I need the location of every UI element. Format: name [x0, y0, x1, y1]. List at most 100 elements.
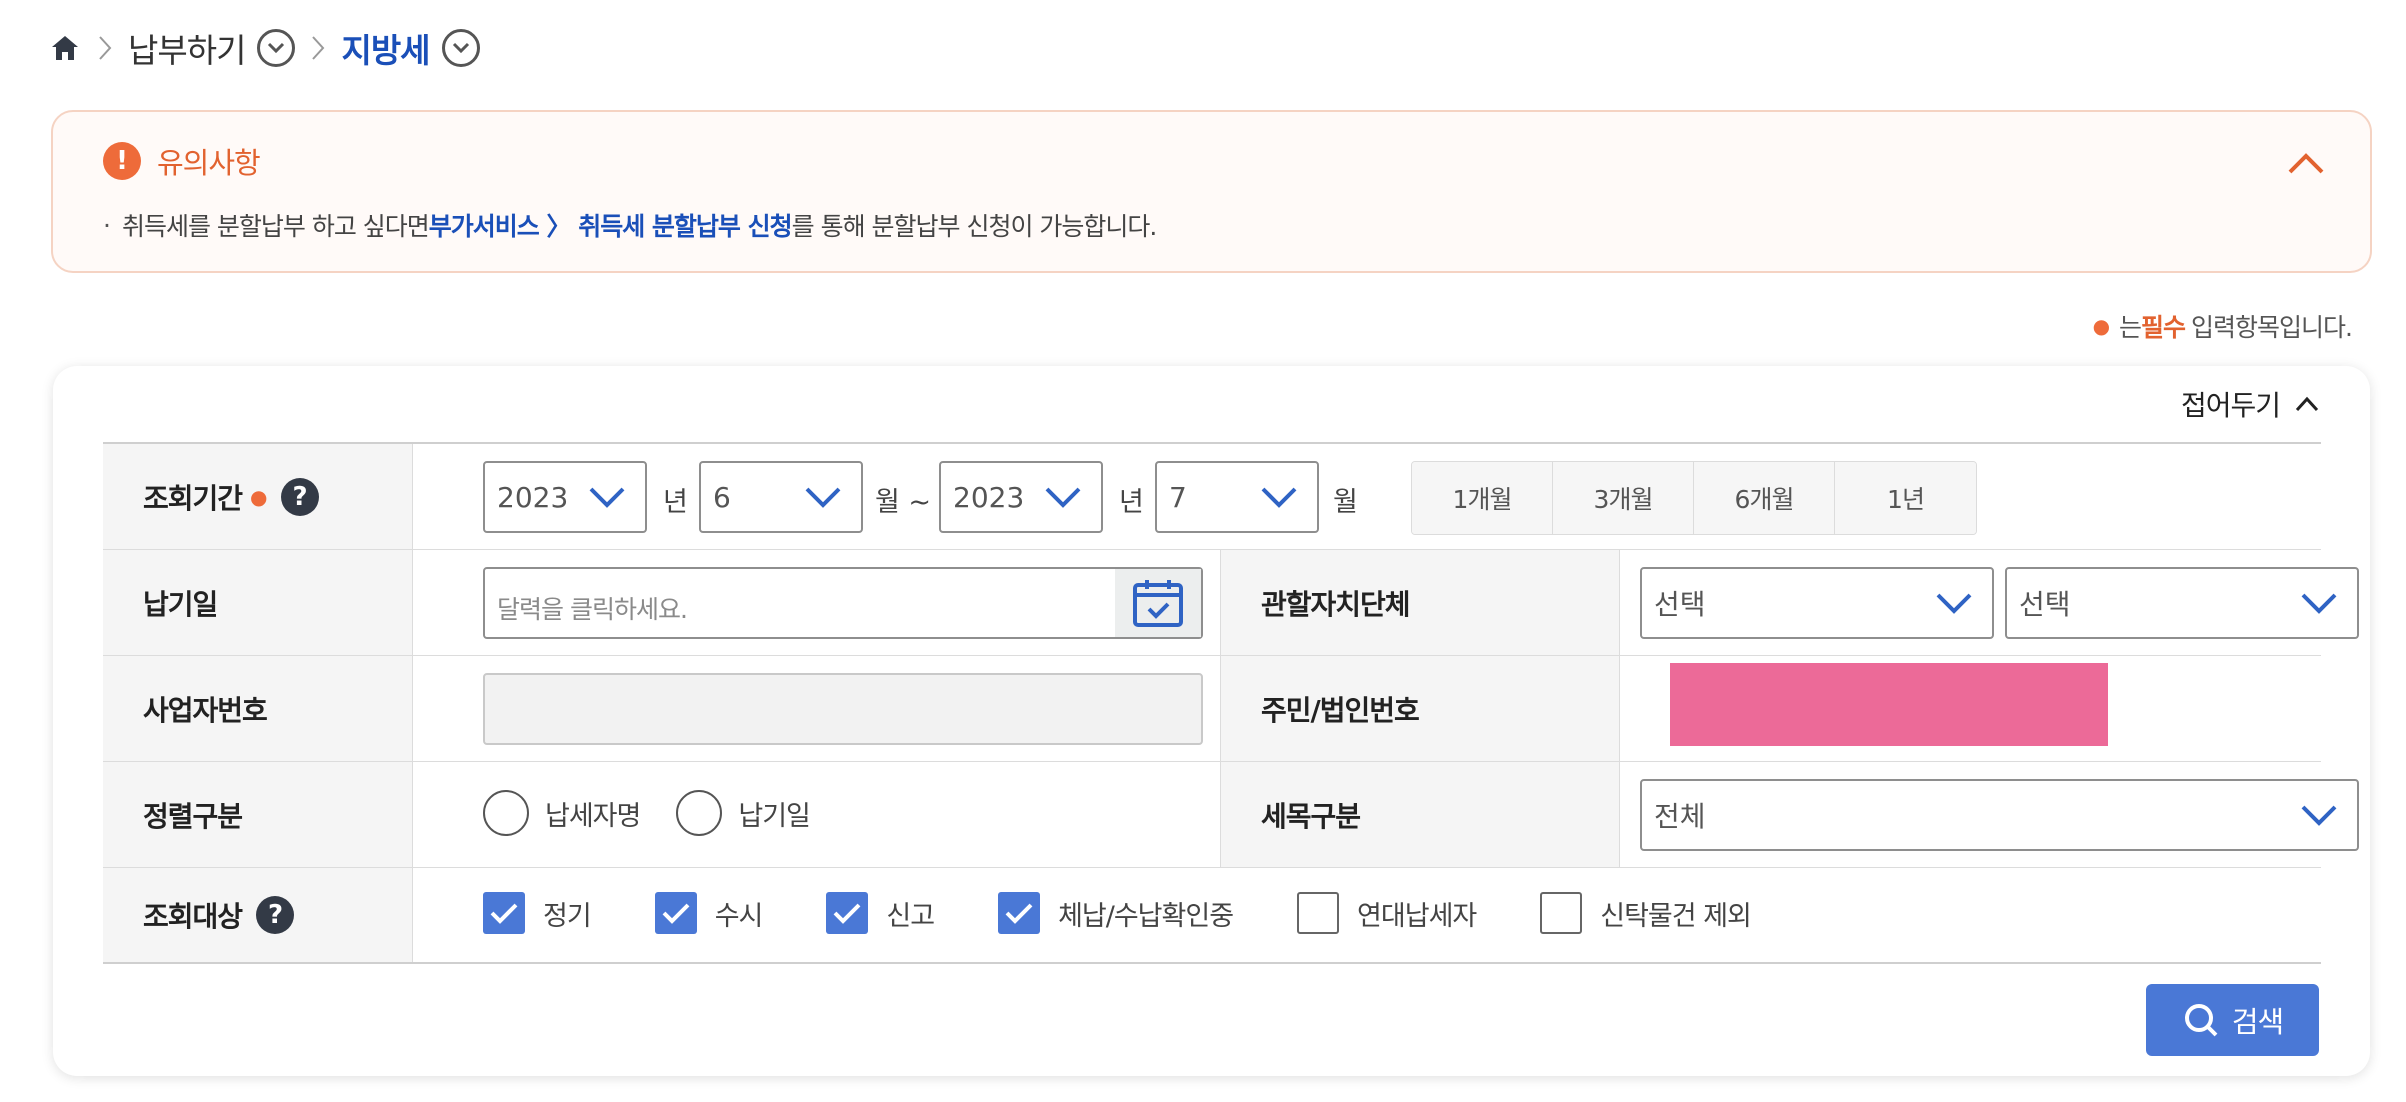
search-icon: [2184, 1004, 2218, 1037]
jurisdiction-select-1[interactable]: 선택: [1640, 567, 1994, 639]
period-6month-button[interactable]: 6개월: [1694, 462, 1835, 534]
period-1year-button[interactable]: 1년: [1835, 462, 1976, 534]
jurisdiction-label: 관할자치단체: [1220, 550, 1620, 655]
sort-radio-due-date[interactable]: [676, 790, 723, 836]
from-month-value: 6: [713, 480, 731, 514]
to-year-value: 2023: [953, 480, 1025, 514]
checkbox-occasional[interactable]: [654, 892, 697, 934]
chevron-down-icon: [1261, 487, 1297, 508]
from-year-value: 2023: [497, 480, 569, 514]
checkbox-report-label[interactable]: 신고: [886, 894, 935, 933]
required-word: 필수: [2141, 313, 2186, 342]
breadcrumb-item-local-tax[interactable]: 지방세: [341, 24, 430, 72]
jurisdiction-select-2-value: 선택: [2019, 588, 2071, 621]
from-month-select[interactable]: 6: [699, 461, 863, 533]
check-icon: [1005, 903, 1033, 924]
checkbox-regular-label[interactable]: 정기: [543, 894, 592, 933]
calendar-icon[interactable]: [1115, 569, 1201, 637]
fold-label: 접어두기: [2180, 389, 2281, 422]
checkbox-report[interactable]: [826, 892, 869, 934]
period-label-text: 조회기간: [143, 481, 243, 515]
jurisdiction-select-1-value: 선택: [1654, 588, 1706, 621]
due-date-field[interactable]: 달력을 클릭하세요.: [483, 567, 1203, 639]
chevron-down-icon: [589, 487, 625, 508]
chevron-up-icon[interactable]: [2286, 148, 2326, 178]
check-icon: [662, 903, 690, 924]
resident-no-label: 주민/법인번호: [1220, 656, 1620, 761]
search-button-label: 검색: [2231, 1005, 2284, 1039]
unit-month: 월: [1333, 487, 1358, 518]
chevron-down-icon[interactable]: [441, 29, 480, 67]
chevron-right-icon: [90, 31, 120, 65]
help-icon[interactable]: ?: [280, 477, 319, 516]
row-target: 조회대상 ? 정기 수시 신고 체납/수납확인중 연대납세자 신탁물건 제외: [103, 868, 2321, 964]
check-icon: [833, 903, 861, 924]
checkbox-occasional-label[interactable]: 수시: [715, 894, 764, 933]
from-year-select[interactable]: 2023: [483, 461, 647, 533]
chevron-down-icon[interactable]: [257, 29, 296, 67]
unit-month-tilde: 월 ~: [875, 487, 932, 518]
fold-button[interactable]: 접어두기: [2181, 384, 2320, 424]
due-date-label: 납기일: [103, 550, 413, 655]
to-month-value: 7: [1169, 480, 1187, 514]
breadcrumb: 납부하기 지방세: [48, 22, 480, 74]
help-icon[interactable]: ?: [256, 896, 295, 934]
tax-item-label: 세목구분: [1220, 762, 1620, 867]
required-note-suffix: 입력항목입니다.: [2191, 313, 2353, 342]
chevron-right-icon: [303, 31, 333, 65]
checkbox-arrears-label[interactable]: 체납/수납확인중: [1058, 894, 1234, 933]
tax-item-value: 전체: [1654, 800, 1706, 833]
notice-box: ! 유의사항 · 취득세를 분할납부 하고 싶다면 부가서비스 〉 취득세 분할…: [51, 110, 2372, 273]
sort-radio-taxpayer-label[interactable]: 납세자명: [545, 794, 641, 833]
period-1month-button[interactable]: 1개월: [1412, 462, 1553, 534]
notice-link[interactable]: 부가서비스 〉 취득세 분할납부 신청: [429, 207, 793, 243]
unit-year: 년: [663, 487, 688, 518]
chevron-down-icon: [805, 487, 841, 508]
chevron-down-icon: [2301, 805, 2337, 826]
checkbox-joint-taxpayer-label[interactable]: 연대납세자: [1357, 894, 1477, 933]
to-month-select[interactable]: 7: [1155, 461, 1319, 533]
required-dot-icon: ●: [250, 484, 267, 509]
notice-text-after: 를 통해 분할납부 신청이 가능합니다.: [791, 212, 1158, 241]
checkbox-regular[interactable]: [483, 892, 525, 934]
period-quick-buttons: 1개월 3개월 6개월 1년: [1411, 461, 1977, 535]
sort-radio-due-date-label[interactable]: 납기일: [738, 794, 811, 833]
tax-item-select[interactable]: 전체: [1640, 779, 2359, 851]
target-checkbox-group: 정기 수시 신고 체납/수납확인중 연대납세자 신탁물건 제외: [483, 892, 1752, 934]
period-3month-button[interactable]: 3개월: [1553, 462, 1694, 534]
chevron-down-icon: [1045, 487, 1081, 508]
checkbox-arrears[interactable]: [998, 892, 1041, 934]
search-button[interactable]: 검색: [2146, 984, 2319, 1056]
check-icon: [490, 903, 518, 924]
home-icon[interactable]: [48, 31, 82, 65]
target-label-text: 조회대상: [143, 900, 243, 933]
business-no-input[interactable]: [483, 673, 1203, 745]
row-due-date: 납기일 달력을 클릭하세요. 관할자치단체 선택 선택: [103, 550, 2359, 656]
notice-text-before: 취득세를 분할납부 하고 싶다면: [121, 212, 430, 241]
required-dot-icon: ●: [2092, 314, 2110, 338]
checkbox-exclude-trust[interactable]: [1540, 892, 1583, 934]
sort-label: 정렬구분: [103, 762, 413, 867]
jurisdiction-select-2[interactable]: 선택: [2005, 567, 2359, 639]
checkbox-exclude-trust-label[interactable]: 신탁물건 제외: [1600, 894, 1752, 933]
notice-title: 유의사항: [157, 146, 261, 180]
to-year-select[interactable]: 2023: [939, 461, 1103, 533]
notice-text: · 취득세를 분할납부 하고 싶다면 부가서비스 〉 취득세 분할납부 신청 를…: [103, 207, 1158, 243]
target-label: 조회대상 ?: [103, 868, 413, 962]
checkbox-joint-taxpayer[interactable]: [1297, 892, 1340, 934]
breadcrumb-item-payment[interactable]: 납부하기: [128, 24, 246, 72]
sort-radio-group: 납세자명 납기일: [483, 790, 846, 836]
unit-year: 년: [1119, 487, 1144, 518]
period-label: 조회기간 ● ?: [103, 444, 413, 549]
chevron-down-icon: [2301, 593, 2337, 614]
required-note: ● 는 필수 입력항목입니다.: [2092, 308, 2353, 344]
row-period: 조회기간 ● ? 2023 년 6 월 ~ 2023 년 7 월 1개월 3개월…: [103, 444, 2321, 550]
required-note-prefix: 는: [2119, 313, 2142, 342]
resident-no-masked-field[interactable]: [1670, 663, 2108, 746]
row-sort: 정렬구분 납세자명 납기일 세목구분 전체: [103, 762, 2359, 868]
sort-radio-taxpayer[interactable]: [483, 790, 529, 836]
exclamation-icon: !: [103, 142, 141, 180]
form-table: 조회기간 ● ? 2023 년 6 월 ~ 2023 년 7 월 1개월 3개월…: [103, 442, 2359, 964]
search-form-card: 접어두기 조회기간 ● ? 2023 년 6 월 ~ 2023 년 7 월 1개…: [53, 366, 2370, 1076]
business-no-label: 사업자번호: [103, 656, 413, 761]
